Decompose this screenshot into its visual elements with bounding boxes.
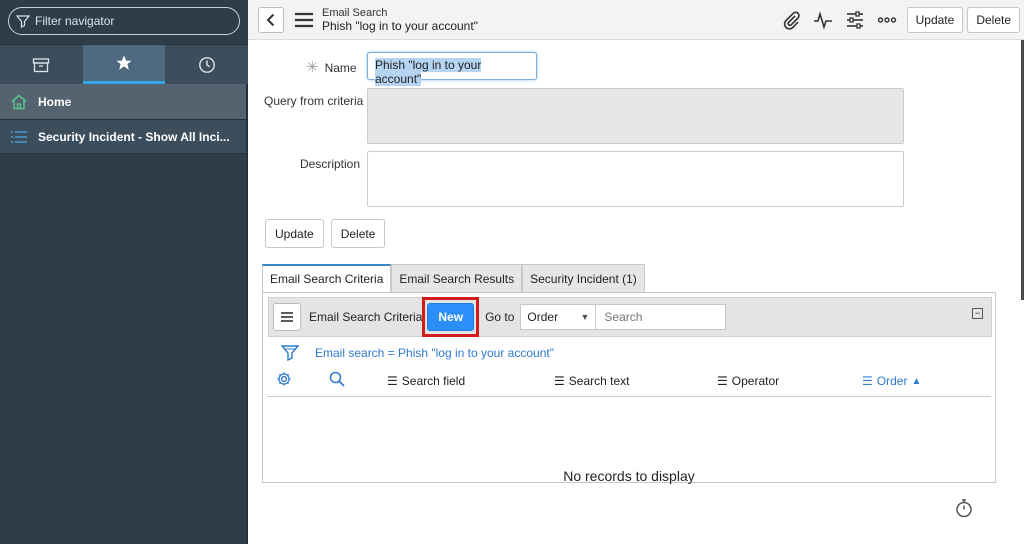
personalize-list-button[interactable] xyxy=(276,371,292,387)
header-delete-button[interactable]: Delete xyxy=(967,6,1020,33)
filter-wrap: Filter navigator xyxy=(0,0,248,44)
name-label: ✳ Name xyxy=(306,59,357,76)
goto-selected-value: Order xyxy=(527,310,559,324)
form-body: ✳ Name Phish "log in to your account" Que… xyxy=(248,40,1024,544)
context-menu-icon[interactable] xyxy=(294,11,314,29)
header-update-button[interactable]: Update xyxy=(906,6,964,33)
activity-icon xyxy=(813,10,832,30)
sidebar-item-label: Home xyxy=(38,94,72,109)
page-title: Email Search Phish "log in to your accou… xyxy=(322,7,478,33)
name-value: Phish "log in to your account" xyxy=(375,58,482,86)
tab-email-search-results[interactable]: Email Search Results xyxy=(391,264,523,292)
more-icon xyxy=(877,16,896,23)
filter-navigator-input[interactable]: Filter navigator xyxy=(8,7,240,35)
update-button[interactable]: Update xyxy=(265,219,324,248)
column-order[interactable]: ☰ Order ▲ xyxy=(862,374,921,388)
related-list-panel: Email Search Criteria New Go to Order ▼ … xyxy=(262,292,996,484)
form-header: Email Search Phish "log in to your accou… xyxy=(248,0,1024,40)
back-button[interactable] xyxy=(258,6,284,33)
attachment-button[interactable] xyxy=(780,9,802,31)
clock-icon xyxy=(198,56,215,73)
search-icon xyxy=(329,371,345,387)
paperclip-icon xyxy=(783,11,800,30)
more-options-button[interactable] xyxy=(876,9,898,31)
new-button[interactable]: New xyxy=(427,303,475,331)
dropdown-arrow-icon: ▼ xyxy=(580,312,590,322)
goto-label: Go to xyxy=(485,310,515,324)
column-search-field[interactable]: ☰ Search field xyxy=(387,374,465,388)
empty-list-message: No records to display xyxy=(563,468,695,484)
filter-icon xyxy=(15,15,31,28)
delete-button[interactable]: Delete xyxy=(330,219,386,248)
column-menu-icon: ☰ xyxy=(862,374,873,388)
hamburger-icon xyxy=(281,312,293,322)
sidebar-item-home[interactable]: Home xyxy=(0,84,248,120)
gear-icon xyxy=(277,372,291,386)
column-menu-icon: ☰ xyxy=(387,374,398,388)
filter-breadcrumb: Email search = Phish "log in to your acc… xyxy=(281,344,554,362)
required-asterisk-icon: ✳ xyxy=(306,59,319,76)
funnel-icon[interactable] xyxy=(281,344,299,362)
personalize-button[interactable] xyxy=(844,9,866,31)
list-search-input[interactable] xyxy=(596,304,727,330)
new-button-highlight: New xyxy=(422,297,480,337)
tab-favorites[interactable] xyxy=(82,45,166,84)
archive-icon xyxy=(33,57,50,72)
navigator-sidebar: Filter navigator Home Security Incident … xyxy=(0,0,248,544)
collapse-icon[interactable]: − xyxy=(972,308,983,319)
activity-button[interactable] xyxy=(812,9,834,31)
query-from-criteria-field xyxy=(367,88,904,144)
goto-field-select[interactable]: Order ▼ xyxy=(520,304,597,330)
header-actions: Update Delete xyxy=(775,6,1024,33)
navigator-tabs xyxy=(0,44,248,84)
column-search-text[interactable]: ☰ Search text xyxy=(554,374,629,388)
tab-history[interactable] xyxy=(165,45,248,84)
related-list-tabs: Email Search Criteria Email Search Resul… xyxy=(262,264,645,292)
record-name: Phish "log in to your account" xyxy=(322,18,478,33)
search-columns-button[interactable] xyxy=(329,371,345,387)
chevron-left-icon xyxy=(266,13,275,26)
record-type: Email Search xyxy=(322,6,388,19)
list-title: Email Search Criteria xyxy=(309,310,423,324)
filter-condition-link[interactable]: Email search = Phish "log in to your acc… xyxy=(315,346,554,360)
description-field[interactable] xyxy=(367,151,904,207)
description-label: Description xyxy=(300,157,361,171)
tab-security-incident[interactable]: Security Incident (1) xyxy=(522,264,645,292)
query-label: Query from criteria xyxy=(264,94,364,108)
list-header-row: ☰ Search field ☰ Search text ☰ Operator ☰ Or… xyxy=(267,367,991,397)
sort-ascending-icon: ▲ xyxy=(911,375,922,387)
list-menu-button[interactable] xyxy=(273,303,301,331)
form-buttons: Update Delete xyxy=(265,219,386,248)
list-icon xyxy=(11,130,27,143)
star-icon xyxy=(116,55,132,70)
stopwatch-icon[interactable] xyxy=(954,498,974,518)
sliders-icon xyxy=(846,10,863,29)
tab-all-apps[interactable] xyxy=(0,45,83,84)
column-operator[interactable]: ☰ Operator xyxy=(717,374,779,388)
column-menu-icon: ☰ xyxy=(717,374,728,388)
list-toolbar: Email Search Criteria New Go to Order ▼ … xyxy=(268,297,992,337)
column-menu-icon: ☰ xyxy=(554,374,565,388)
home-icon xyxy=(11,94,27,109)
sidebar-item-security-incidents[interactable]: Security Incident - Show All Inci... xyxy=(0,120,248,154)
tab-email-search-criteria[interactable]: Email Search Criteria xyxy=(262,264,392,292)
name-field[interactable]: Phish "log in to your account" xyxy=(367,52,537,86)
filter-placeholder: Filter navigator xyxy=(35,14,115,28)
sidebar-item-label: Security Incident - Show All Inci... xyxy=(38,129,230,144)
